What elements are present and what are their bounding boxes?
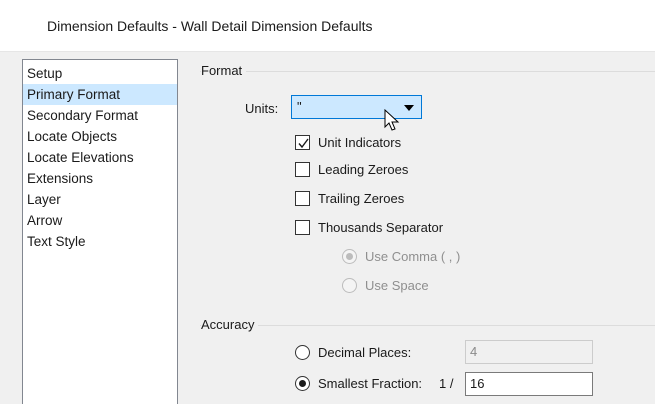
decimal-places-row[interactable]: Decimal Places: xyxy=(295,343,411,361)
units-label: Units: xyxy=(245,101,279,116)
smallest-fraction-field[interactable]: 16 xyxy=(465,372,593,396)
window-left-edge xyxy=(0,52,9,404)
unit-indicators-label: Unit Indicators xyxy=(318,134,402,150)
smallest-fraction-label: Smallest Fraction: xyxy=(318,375,423,391)
trailing-zeroes-checkbox[interactable] xyxy=(295,190,310,206)
sidebar-item-locate-objects[interactable]: Locate Objects xyxy=(23,126,177,147)
units-select[interactable]: " xyxy=(291,95,422,119)
thousands-separator-checkbox[interactable] xyxy=(295,219,310,235)
thousands-separator-row[interactable]: Thousands Separator xyxy=(295,218,443,236)
checkmark-icon xyxy=(298,138,309,148)
sidebar-item-locate-elevations[interactable]: Locate Elevations xyxy=(23,147,177,168)
use-space-label: Use Space xyxy=(365,277,429,293)
sidebar-item-setup[interactable]: Setup xyxy=(23,63,177,84)
units-select-value: " xyxy=(297,99,302,114)
title-bar: Dimension Defaults - Wall Detail Dimensi… xyxy=(0,0,655,52)
dialog-client: Setup Primary Format Secondary Format Lo… xyxy=(0,52,655,404)
unit-indicators-row[interactable]: Unit Indicators xyxy=(295,133,401,151)
category-list[interactable]: Setup Primary Format Secondary Format Lo… xyxy=(22,59,178,404)
leading-zeroes-row[interactable]: Leading Zeroes xyxy=(295,160,408,178)
accuracy-group-label: Accuracy xyxy=(201,317,259,332)
use-space-row[interactable]: Use Space xyxy=(342,276,429,294)
trailing-zeroes-row[interactable]: Trailing Zeroes xyxy=(295,189,404,207)
smallest-fraction-radio[interactable] xyxy=(295,375,310,391)
sidebar-item-text-style[interactable]: Text Style xyxy=(23,231,177,252)
sidebar-item-secondary-format[interactable]: Secondary Format xyxy=(23,105,177,126)
use-comma-radio[interactable] xyxy=(342,248,357,264)
sidebar-item-arrow[interactable]: Arrow xyxy=(23,210,177,231)
use-comma-row[interactable]: Use Comma ( , ) xyxy=(342,247,460,265)
format-group-line xyxy=(200,71,655,72)
chevron-down-icon[interactable] xyxy=(404,105,414,111)
mouse-pointer-icon xyxy=(384,109,400,131)
window-title: Dimension Defaults - Wall Detail Dimensi… xyxy=(47,18,373,34)
sidebar-item-extensions[interactable]: Extensions xyxy=(23,168,177,189)
leading-zeroes-checkbox[interactable] xyxy=(295,161,310,177)
accuracy-group-line xyxy=(200,325,655,326)
leading-zeroes-label: Leading Zeroes xyxy=(318,161,409,177)
decimal-places-field[interactable]: 4 xyxy=(465,340,593,364)
unit-indicators-checkbox[interactable] xyxy=(295,134,310,150)
sidebar-item-primary-format[interactable]: Primary Format xyxy=(23,84,177,105)
smallest-fraction-row[interactable]: Smallest Fraction: xyxy=(295,374,422,392)
decimal-places-label: Decimal Places: xyxy=(318,344,412,360)
decimal-places-radio[interactable] xyxy=(295,344,310,360)
trailing-zeroes-label: Trailing Zeroes xyxy=(318,190,405,206)
sidebar-item-layer[interactable]: Layer xyxy=(23,189,177,210)
use-comma-label: Use Comma ( , ) xyxy=(365,248,461,264)
fraction-prefix: 1 / xyxy=(439,376,454,391)
format-group-label: Format xyxy=(201,63,247,78)
use-space-radio[interactable] xyxy=(342,277,357,293)
thousands-separator-label: Thousands Separator xyxy=(318,219,444,235)
